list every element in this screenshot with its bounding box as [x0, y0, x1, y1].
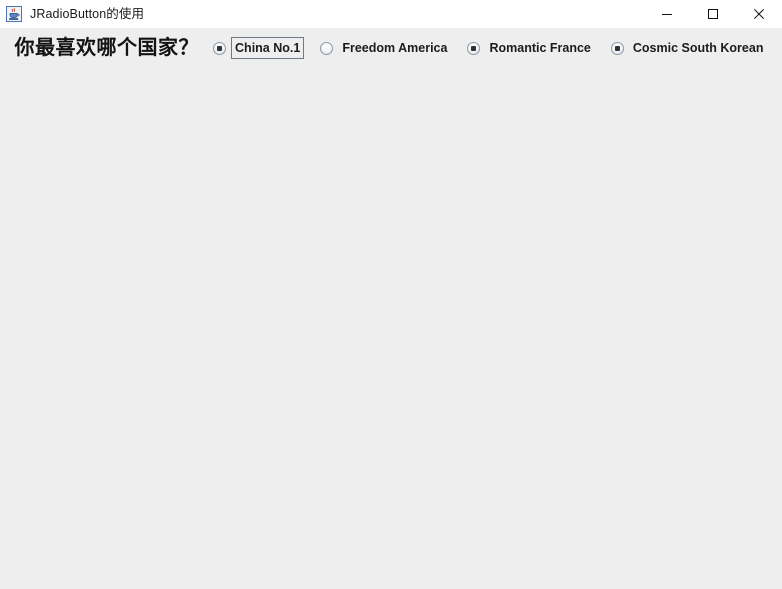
content-pane: 你最喜欢哪个国家？ China No.1 Freedom America Rom… — [0, 28, 782, 589]
window-controls — [644, 0, 782, 28]
radio-option-china[interactable]: China No.1 — [213, 37, 305, 59]
application-window: JRadioButton的使用 你最喜欢哪个国家？ China No.1 Fre… — [0, 0, 782, 589]
window-title: JRadioButton的使用 — [30, 7, 145, 21]
radio-label-china: China No.1 — [231, 37, 305, 59]
radio-selected-icon[interactable] — [213, 41, 227, 55]
radio-option-america[interactable]: Freedom America — [320, 37, 451, 59]
radio-unselected-icon[interactable] — [320, 41, 334, 55]
maximize-button[interactable] — [690, 0, 736, 28]
radio-label-america: Freedom America — [342, 41, 448, 55]
radio-option-south-korean[interactable]: Cosmic South Korean — [610, 37, 768, 59]
radio-option-france[interactable]: Romantic France — [467, 37, 594, 59]
minimize-button[interactable] — [644, 0, 690, 28]
radio-selected-icon[interactable] — [467, 41, 481, 55]
radio-button-row: 你最喜欢哪个国家？ China No.1 Freedom America Rom… — [0, 34, 782, 62]
minimize-icon — [662, 14, 672, 15]
close-icon — [753, 8, 765, 20]
radio-label-france: Romantic France — [489, 41, 591, 55]
maximize-icon — [708, 9, 718, 19]
question-label: 你最喜欢哪个国家？ — [14, 37, 200, 59]
radio-selected-icon[interactable] — [610, 41, 624, 55]
title-bar[interactable]: JRadioButton的使用 — [0, 0, 782, 28]
close-button[interactable] — [736, 0, 782, 28]
java-coffee-cup-icon — [6, 6, 22, 22]
radio-label-south-korean: Cosmic South Korean — [632, 41, 764, 55]
title-bar-left: JRadioButton的使用 — [0, 6, 644, 22]
